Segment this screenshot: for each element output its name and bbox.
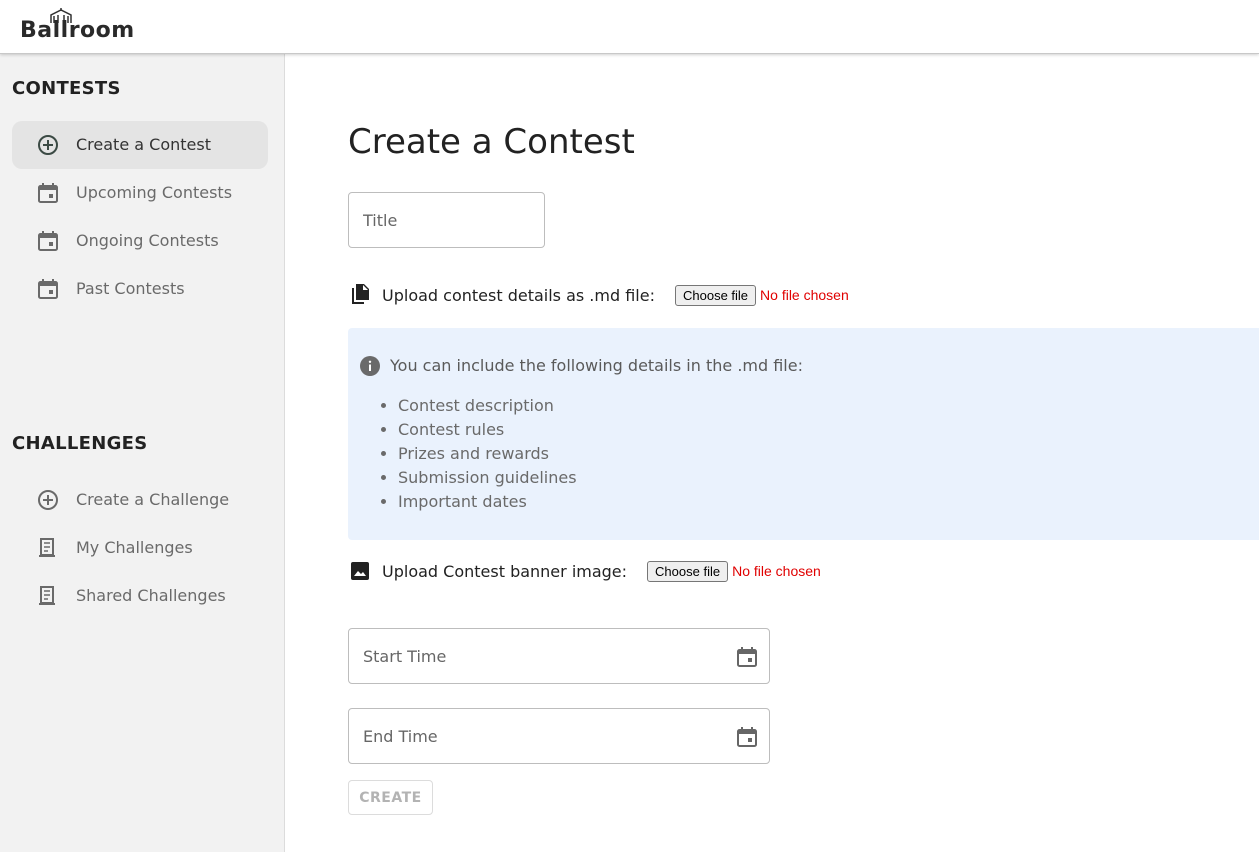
sidebar-item-label: Ongoing Contests: [76, 231, 219, 250]
md-upload-label: Upload contest details as .md file:: [382, 285, 655, 305]
sidebar-item-my-challenges[interactable]: My Challenges: [12, 524, 268, 572]
list-item: Contest description: [398, 394, 577, 418]
banner-choose-file-button[interactable]: Choose file: [647, 560, 729, 582]
banner-file-status: No file chosen: [732, 563, 821, 579]
file-copy-icon: [352, 284, 369, 304]
calendar-icon: [38, 279, 58, 299]
md-upload-row: Upload contest details as .md file: Choo…: [348, 282, 849, 308]
info-text: You can include the following details in…: [390, 356, 803, 375]
calendar-icon: [38, 231, 58, 251]
receipt-icon: [39, 538, 55, 557]
list-item: Submission guidelines: [398, 466, 577, 490]
receipt-icon: [39, 586, 55, 605]
start-time-input[interactable]: [349, 629, 769, 683]
list-item: Prizes and rewards: [398, 442, 577, 466]
sidebar-item-label: Shared Challenges: [76, 586, 226, 605]
sidebar-item-ongoing-contests[interactable]: Ongoing Contests: [12, 217, 268, 265]
sidebar-item-label: My Challenges: [76, 538, 193, 557]
info-icon: [360, 356, 380, 376]
md-choose-file-button[interactable]: Choose file: [674, 284, 757, 306]
top-bar: Ballroom: [0, 0, 1259, 54]
sidebar-item-label: Create a Challenge: [76, 490, 230, 509]
sidebar: CONTESTS Create a Contest Upcoming Conte…: [0, 54, 285, 852]
calendar-icon[interactable]: [735, 645, 759, 669]
sidebar-item-create-challenge[interactable]: Create a Challenge: [12, 476, 268, 524]
page-title: Create a Contest: [348, 122, 635, 162]
sidebar-item-past-contests[interactable]: Past Contests: [12, 265, 268, 313]
sidebar-item-shared-challenges[interactable]: Shared Challenges: [12, 572, 268, 620]
list-item: Contest rules: [398, 418, 577, 442]
banner-upload-label: Upload Contest banner image:: [382, 561, 628, 581]
add-circle-icon: [38, 135, 58, 155]
sidebar-item-upcoming-contests[interactable]: Upcoming Contests: [12, 169, 268, 217]
title-field[interactable]: [348, 192, 545, 248]
challenges-section-title: CHALLENGES: [12, 433, 148, 454]
sidebar-item-label: Upcoming Contests: [76, 183, 233, 202]
calendar-icon: [38, 183, 58, 203]
create-button[interactable]: CREATE: [348, 780, 433, 815]
md-file-status: No file chosen: [760, 287, 849, 303]
title-input[interactable]: [349, 193, 544, 247]
sidebar-item-label: Past Contests: [76, 279, 185, 298]
image-icon: [351, 562, 369, 580]
calendar-icon[interactable]: [735, 725, 759, 749]
list-item: Important dates: [398, 490, 577, 514]
contests-section-title: CONTESTS: [12, 78, 121, 99]
main-content: Create a Contest Upload contest details …: [286, 54, 1259, 852]
banner-upload-row: Upload Contest banner image: Choose file…: [348, 558, 821, 584]
end-time-field[interactable]: [348, 708, 770, 764]
info-list: Contest description Contest rules Prizes…: [398, 394, 577, 514]
sidebar-item-label: Create a Contest: [76, 135, 211, 154]
sidebar-item-create-contest[interactable]: Create a Contest: [12, 121, 268, 169]
end-time-input[interactable]: [349, 709, 769, 763]
app-logo[interactable]: Ballroom: [20, 18, 135, 43]
add-circle-icon: [38, 490, 58, 510]
start-time-field[interactable]: [348, 628, 770, 684]
md-info-box: You can include the following details in…: [348, 328, 1259, 540]
